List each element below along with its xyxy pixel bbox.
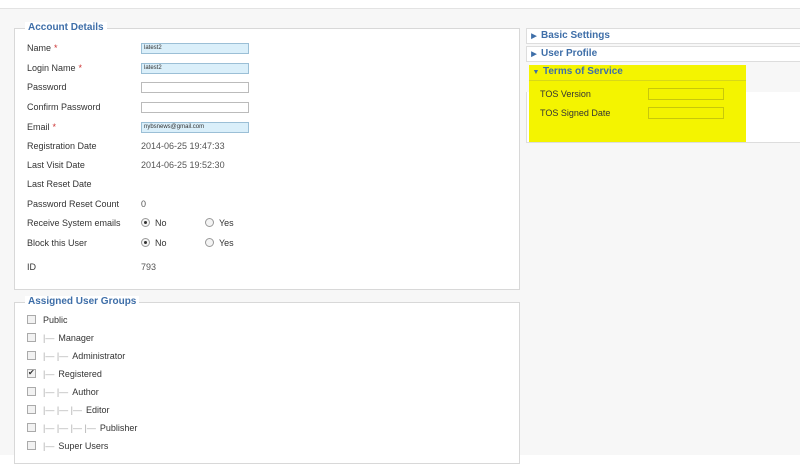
- tos-version-label: TOS Version: [540, 89, 591, 99]
- user-group-label: Administrator: [72, 351, 126, 361]
- id-label: ID: [27, 262, 36, 272]
- block-user-label: Block this User: [27, 238, 88, 248]
- user-group-item[interactable]: |— |— |— Editor: [27, 403, 110, 417]
- user-group-item[interactable]: |— |— Author: [27, 385, 99, 399]
- email-label: Email: [27, 122, 50, 132]
- user-group-label: Super Users: [58, 441, 109, 451]
- last-visit-value: 2014-06-25 19:52:30: [141, 160, 225, 170]
- user-group-item[interactable]: |— |— |— |— Publisher: [27, 421, 137, 435]
- confirm-password-input[interactable]: [141, 102, 249, 113]
- terms-of-service-header[interactable]: ▼ Terms of Service: [529, 65, 746, 79]
- system-emails-yes-option[interactable]: Yes: [205, 215, 234, 231]
- user-group-label: Author: [72, 387, 99, 397]
- user-group-item[interactable]: |—Registered: [27, 366, 102, 381]
- system-emails-no-option[interactable]: No: [141, 215, 167, 231]
- user-group-label: Public: [43, 315, 68, 325]
- checkbox-icon[interactable]: [27, 405, 36, 414]
- last-visit-label: Last Visit Date: [27, 160, 85, 170]
- caret-right-icon: ▶: [531, 33, 537, 40]
- registration-date-label: Registration Date: [27, 141, 97, 151]
- block-user-no-option[interactable]: No: [141, 235, 167, 251]
- checkbox-icon[interactable]: [27, 441, 36, 450]
- login-label: Login Name: [27, 63, 76, 73]
- checkbox-icon[interactable]: [27, 333, 36, 342]
- user-groups-legend: Assigned User Groups: [25, 296, 140, 307]
- tree-indent: |—: [43, 333, 55, 343]
- confirm-password-label: Confirm Password: [27, 102, 101, 112]
- checkbox-icon[interactable]: [27, 423, 36, 432]
- name-label: Name: [27, 43, 52, 53]
- user-groups-panel: Assigned User Groups Public |— Manager |— |…: [14, 296, 520, 464]
- password-input[interactable]: [141, 82, 249, 93]
- user-group-label: Publisher: [99, 423, 138, 433]
- last-reset-label: Last Reset Date: [27, 179, 92, 189]
- required-mark: *: [52, 122, 57, 132]
- radio-selected-icon[interactable]: [141, 238, 150, 247]
- tree-indent: |—: [43, 369, 55, 379]
- user-group-item[interactable]: |— Manager: [27, 331, 94, 345]
- radio-selected-icon[interactable]: [141, 218, 150, 227]
- user-group-item[interactable]: |— Super Users: [27, 439, 108, 453]
- user-group-label: Manager: [58, 333, 94, 343]
- user-profile-header[interactable]: ▶ User Profile: [526, 46, 800, 62]
- block-user-yes-option[interactable]: Yes: [205, 235, 234, 251]
- checkbox-icon[interactable]: [27, 387, 36, 396]
- tree-indent: |— |—: [43, 387, 69, 397]
- email-input[interactable]: nybsnews@gmail.com: [141, 122, 249, 133]
- system-emails-label: Receive System emails: [27, 218, 121, 228]
- checkbox-icon[interactable]: [27, 351, 36, 360]
- registration-date-value: 2014-06-25 19:47:33: [141, 141, 225, 151]
- checkbox-icon[interactable]: [27, 315, 36, 324]
- name-input[interactable]: latest2: [141, 43, 249, 54]
- checkbox-checked-icon[interactable]: [27, 366, 36, 380]
- account-details-legend: Account Details: [25, 22, 107, 33]
- required-mark: *: [78, 63, 83, 73]
- tree-indent: |— |— |—: [43, 405, 83, 415]
- account-details-panel: Account Details Name * latest2 Login Name…: [14, 22, 520, 290]
- basic-settings-header[interactable]: ▶ Basic Settings: [526, 28, 800, 44]
- tree-indent: |— |—: [43, 351, 69, 361]
- reset-count-value: 0: [141, 199, 147, 209]
- user-group-label: Editor: [86, 405, 110, 415]
- id-value: 793: [141, 262, 157, 272]
- user-group-item[interactable]: Public: [27, 313, 68, 327]
- tree-indent: |—: [43, 441, 55, 451]
- user-group-item[interactable]: |— |— Administrator: [27, 349, 125, 363]
- password-label: Password: [27, 82, 67, 92]
- tos-signed-date-input[interactable]: [648, 107, 724, 119]
- required-mark: *: [54, 43, 58, 53]
- user-group-label: Registered: [58, 369, 102, 379]
- tos-signed-date-label: TOS Signed Date: [540, 108, 611, 118]
- tos-version-input[interactable]: [648, 88, 724, 100]
- tree-indent: |— |— |— |—: [43, 423, 96, 433]
- tos-divider: [529, 80, 746, 81]
- radio-icon[interactable]: [205, 238, 214, 247]
- reset-count-label: Password Reset Count: [27, 199, 120, 209]
- radio-icon[interactable]: [205, 218, 214, 227]
- login-name-input[interactable]: latest2: [141, 63, 249, 74]
- caret-right-icon: ▶: [531, 51, 537, 58]
- caret-down-icon: ▼: [532, 69, 540, 76]
